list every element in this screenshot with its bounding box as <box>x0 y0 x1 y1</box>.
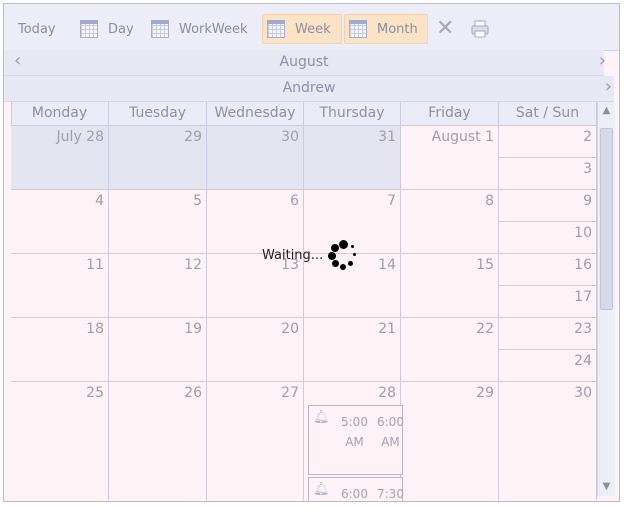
day-cell[interactable]: August 1 <box>401 126 499 190</box>
scroll-down-arrow-icon[interactable]: ▼ <box>598 480 615 494</box>
day-cell-sunday[interactable]: 17 <box>499 286 597 318</box>
day-cell-sunday[interactable]: 10 <box>499 222 597 254</box>
appointment-start: 5:00 AM <box>341 412 368 452</box>
scheduler: Today Day WorkWeek Week Month ✕ ‹ August… <box>3 3 620 502</box>
appointment-end-ampm: AM <box>381 435 400 449</box>
month-view-button[interactable]: Month <box>344 14 428 44</box>
day-cell-saturday[interactable]: 9 <box>499 190 597 222</box>
scrollbar-thumb[interactable] <box>600 128 613 310</box>
day-cell-sunday[interactable]: 3 <box>499 158 597 190</box>
loading-indicator: Waiting... <box>262 240 359 270</box>
workweek-view-button[interactable]: WorkWeek <box>151 14 248 44</box>
reminder-icon: 🔔︎ <box>313 410 330 425</box>
appointment-end: 6:00 AM <box>377 412 404 452</box>
resource-title: Andrew <box>282 80 336 96</box>
month-navigation: ‹ August › <box>4 50 606 76</box>
day-header-tuesday: Tuesday <box>109 102 207 125</box>
day-cell-sunday[interactable]: 24 <box>499 350 597 382</box>
vertical-scrollbar[interactable]: ▲ ▼ <box>597 102 615 496</box>
day-view-button[interactable]: Day <box>80 14 134 44</box>
reminder-icon: 🔔︎ <box>313 482 330 497</box>
day-cell[interactable]: 15 <box>401 254 499 318</box>
toolbar: Today Day WorkWeek Week Month ✕ <box>4 4 619 51</box>
appointment-start: 6:00 <box>341 484 368 501</box>
day-cell[interactable]: 31 <box>304 126 401 190</box>
day-cell[interactable]: 8 <box>401 190 499 254</box>
today-button[interactable]: Today <box>18 14 56 44</box>
appointment[interactable]: 🔔︎ 6:00 7:30 <box>308 477 404 501</box>
appointment-end-time: 7:30 <box>377 487 404 501</box>
day-cell[interactable]: 21 <box>304 318 401 382</box>
day-header-friday: Friday <box>401 102 499 125</box>
day-cell-saturday[interactable]: 30 <box>499 382 597 501</box>
appointment-start-time: 6:00 <box>341 487 368 501</box>
month-grid: July 28 29 30 31 August 1 2 3 4 5 6 7 8 … <box>11 126 597 501</box>
day-cell[interactable]: 20 <box>207 318 304 382</box>
day-cell[interactable]: 12 <box>109 254 207 318</box>
calendar-icon <box>349 20 367 38</box>
scroll-up-arrow-icon[interactable]: ▲ <box>598 104 615 118</box>
day-cell[interactable]: 26 <box>109 382 207 501</box>
day-header-thursday: Thursday <box>304 102 401 125</box>
month-view-label: Month <box>377 21 418 37</box>
day-cell-saturday[interactable]: 23 <box>499 318 597 350</box>
today-label: Today <box>18 21 56 37</box>
day-cell[interactable]: 5 <box>109 190 207 254</box>
spinner-icon <box>327 239 359 271</box>
resource-navigation: Andrew › <box>4 76 614 102</box>
day-cell[interactable]: 29 <box>401 382 499 501</box>
day-cell[interactable]: 19 <box>109 318 207 382</box>
day-cell[interactable]: 22 <box>401 318 499 382</box>
previous-month-arrow-icon[interactable]: ‹ <box>14 50 21 72</box>
day-cell[interactable]: 11 <box>11 254 109 318</box>
day-header-weekend: Sat / Sun <box>499 102 597 125</box>
day-cell-saturday[interactable]: 2 <box>499 126 597 158</box>
calendar-icon <box>267 20 285 38</box>
day-view-label: Day <box>108 21 134 37</box>
day-cell[interactable]: 4 <box>11 190 109 254</box>
loading-text: Waiting... <box>262 247 324 263</box>
day-cell[interactable]: July 28 <box>11 126 109 190</box>
day-cell[interactable]: 30 <box>207 126 304 190</box>
delete-icon[interactable]: ✕ <box>436 18 454 40</box>
day-cell[interactable]: 27 <box>207 382 304 501</box>
day-header-wednesday: Wednesday <box>207 102 304 125</box>
calendar-icon <box>151 20 169 38</box>
workweek-view-label: WorkWeek <box>179 21 248 37</box>
day-header-row: Monday Tuesday Wednesday Thursday Friday… <box>11 102 597 126</box>
appointment[interactable]: 🔔︎ 5:00 AM 6:00 AM <box>308 405 404 475</box>
month-title: August <box>279 54 329 70</box>
print-icon[interactable] <box>470 20 490 38</box>
calendar-icon <box>80 20 98 38</box>
appointment-start-time: 5:00 <box>341 415 368 429</box>
appointment-start-ampm: AM <box>345 435 364 449</box>
day-cell-saturday[interactable]: 16 <box>499 254 597 286</box>
appointment-end: 7:30 <box>377 484 404 501</box>
week-view-label: Week <box>295 21 331 37</box>
next-month-arrow-icon[interactable]: › <box>599 50 606 72</box>
day-cell[interactable]: 25 <box>11 382 109 501</box>
week-view-button[interactable]: Week <box>262 14 342 44</box>
appointment-end-time: 6:00 <box>377 415 404 429</box>
day-cell[interactable]: 29 <box>109 126 207 190</box>
day-header-monday: Monday <box>11 102 109 125</box>
day-cell[interactable]: 18 <box>11 318 109 382</box>
next-resource-arrow-icon[interactable]: › <box>605 76 612 98</box>
